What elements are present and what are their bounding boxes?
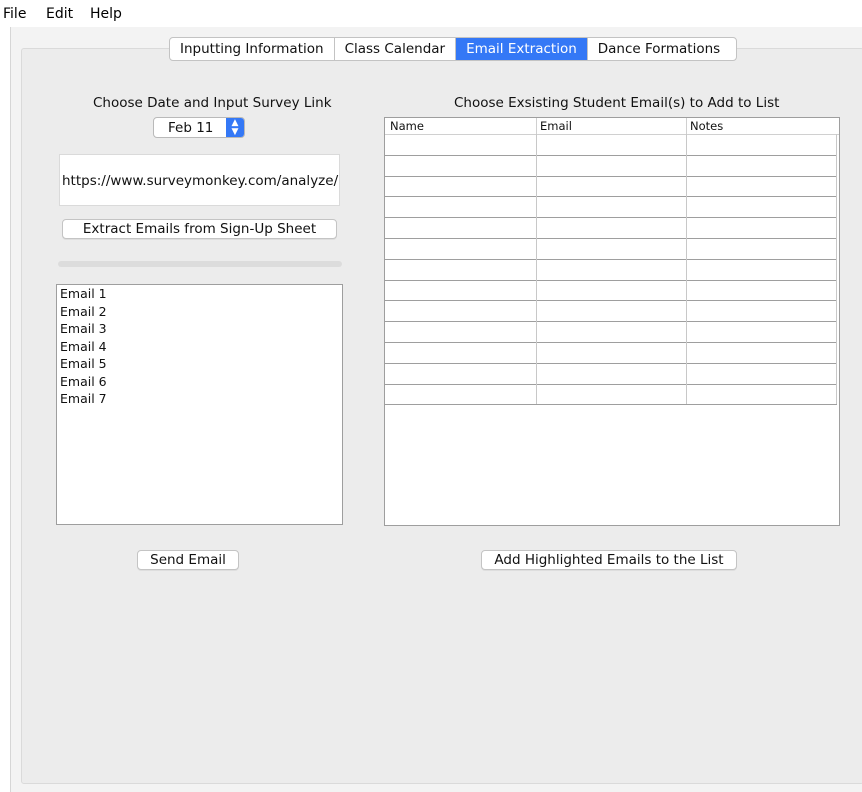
notes-cell[interactable]: [687, 238, 837, 259]
email-cell[interactable]: [537, 196, 687, 218]
name-cell[interactable]: [385, 217, 537, 238]
tab-bar: Inputting Information Class Calendar Ema…: [169, 37, 738, 61]
menu-help[interactable]: Help: [90, 6, 122, 22]
name-cell[interactable]: [385, 300, 537, 322]
email-cell[interactable]: [537, 134, 687, 155]
name-cell[interactable]: [385, 342, 537, 363]
email-cell[interactable]: [537, 258, 687, 280]
table-row[interactable]: [385, 175, 837, 198]
column-header-email[interactable]: Email: [540, 119, 572, 133]
name-cell[interactable]: [385, 258, 537, 280]
email-cell[interactable]: [537, 321, 687, 342]
table-row[interactable]: [385, 279, 837, 302]
email-cell[interactable]: [537, 154, 687, 176]
notes-cell[interactable]: [687, 258, 837, 280]
column-header-name[interactable]: Name: [390, 119, 424, 133]
notes-cell[interactable]: [687, 175, 837, 197]
extraction-progress-bar: [58, 261, 342, 267]
email-list-item[interactable]: Email 6: [57, 373, 342, 391]
column-header-notes[interactable]: Notes: [690, 119, 723, 133]
notes-cell[interactable]: [687, 342, 837, 363]
menu-bar: File Edit Help: [0, 0, 862, 26]
left-heading: Choose Date and Input Survey Link: [93, 95, 332, 111]
email-list-item[interactable]: Email 2: [57, 303, 342, 321]
send-email-button[interactable]: Send Email: [137, 550, 239, 570]
name-cell[interactable]: [385, 238, 537, 259]
email-list-item[interactable]: Email 4: [57, 338, 342, 356]
survey-link-field[interactable]: https://www.surveymonkey.com/analyze/: [59, 154, 340, 206]
tab-email-extraction[interactable]: Email Extraction: [456, 38, 588, 60]
name-cell[interactable]: [385, 154, 537, 176]
table-row[interactable]: [385, 383, 837, 406]
email-list-item[interactable]: Email 3: [57, 320, 342, 338]
extract-emails-button[interactable]: Extract Emails from Sign-Up Sheet: [62, 219, 337, 239]
notes-cell[interactable]: [687, 321, 837, 342]
email-cell[interactable]: [537, 300, 687, 322]
email-cell[interactable]: [537, 238, 687, 259]
tab-inputting-information[interactable]: Inputting Information: [170, 38, 335, 60]
name-cell[interactable]: [385, 321, 537, 342]
table-row[interactable]: [385, 258, 837, 281]
notes-cell[interactable]: [687, 383, 837, 405]
column-divider: [686, 118, 687, 134]
extracted-email-list[interactable]: Email 1 Email 2 Email 3 Email 4 Email 5 Email…: [56, 284, 343, 525]
email-cell[interactable]: [537, 383, 687, 405]
email-cell[interactable]: [537, 279, 687, 301]
menu-edit[interactable]: Edit: [46, 6, 73, 22]
notes-cell[interactable]: [687, 196, 837, 218]
notes-cell[interactable]: [687, 154, 837, 176]
email-cell[interactable]: [537, 362, 687, 384]
table-header: Name Email Notes: [385, 118, 839, 135]
up-down-arrows-icon[interactable]: ▲ ▼: [226, 118, 244, 137]
table-row[interactable]: [385, 217, 837, 239]
student-email-table[interactable]: Name Email Notes: [384, 117, 840, 526]
table-row[interactable]: [385, 196, 837, 219]
date-select-value: Feb 11: [168, 120, 214, 136]
email-list-item[interactable]: Email 1: [57, 285, 342, 303]
table-row[interactable]: [385, 134, 837, 156]
email-list-item[interactable]: Email 5: [57, 355, 342, 373]
email-cell[interactable]: [537, 175, 687, 197]
table-row[interactable]: [385, 154, 837, 177]
table-row[interactable]: [385, 300, 837, 323]
survey-link-text: https://www.surveymonkey.com/analyze/: [62, 173, 339, 189]
name-cell[interactable]: [385, 279, 537, 301]
name-cell[interactable]: [385, 175, 537, 197]
date-select[interactable]: Feb 11 ▲ ▼: [153, 117, 245, 138]
name-cell[interactable]: [385, 383, 537, 405]
right-heading: Choose Exsisting Student Email(s) to Add…: [454, 95, 780, 111]
table-row[interactable]: [385, 342, 837, 364]
email-cell[interactable]: [537, 342, 687, 363]
notes-cell[interactable]: [687, 362, 837, 384]
menu-file[interactable]: File: [3, 6, 26, 22]
column-divider: [536, 118, 537, 134]
notes-cell[interactable]: [687, 217, 837, 238]
tab-class-calendar[interactable]: Class Calendar: [335, 38, 457, 60]
notes-cell[interactable]: [687, 300, 837, 322]
email-cell[interactable]: [537, 217, 687, 238]
table-row[interactable]: [385, 362, 837, 385]
add-highlighted-emails-button[interactable]: Add Highlighted Emails to the List: [481, 550, 737, 570]
name-cell[interactable]: [385, 362, 537, 384]
notes-cell[interactable]: [687, 279, 837, 301]
table-row[interactable]: [385, 238, 837, 260]
table-row[interactable]: [385, 321, 837, 343]
name-cell[interactable]: [385, 196, 537, 218]
notes-cell[interactable]: [687, 134, 837, 155]
email-list-item[interactable]: Email 7: [57, 390, 342, 408]
tab-dance-formations[interactable]: Dance Formations: [588, 38, 736, 60]
name-cell[interactable]: [385, 134, 537, 155]
